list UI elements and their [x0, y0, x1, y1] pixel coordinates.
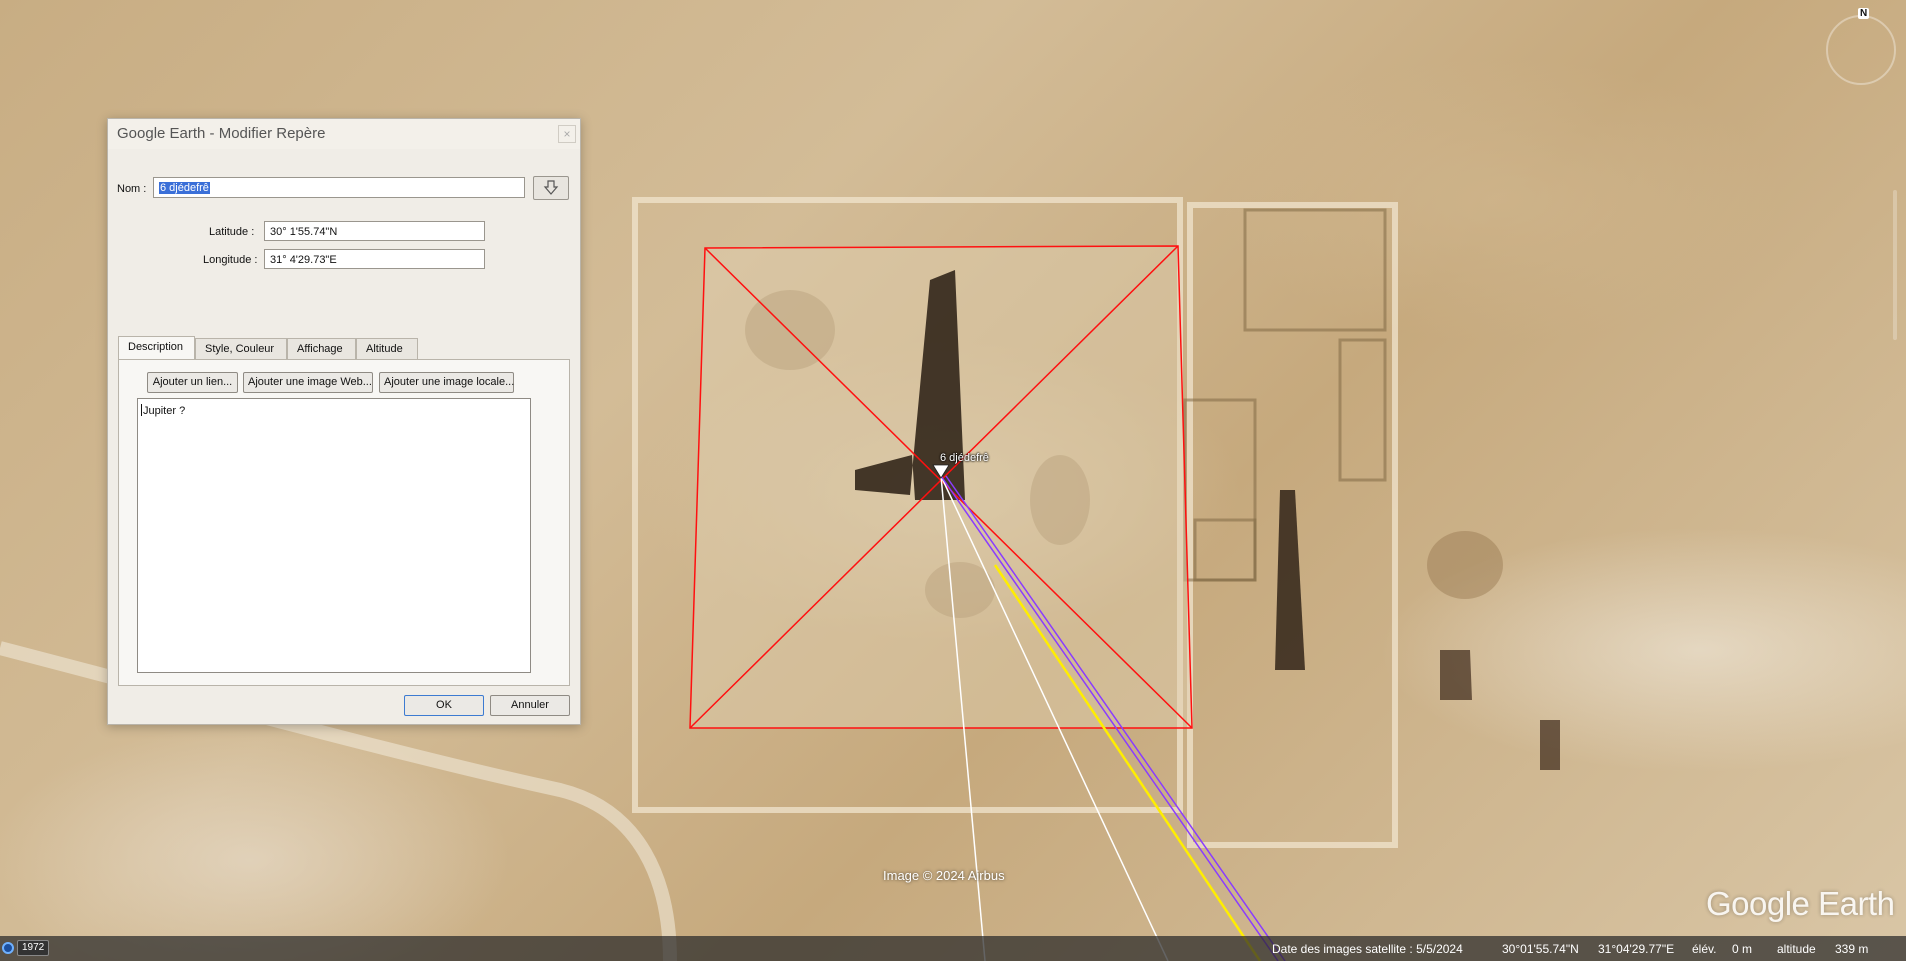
add-link-button[interactable]: Ajouter un lien... [147, 372, 238, 393]
altitude-value: 339 m [1835, 942, 1869, 956]
description-text: Jupiter ? [143, 405, 186, 417]
temple-structure [1243, 208, 1387, 332]
compass-ring-icon[interactable] [1826, 15, 1896, 85]
imagery-year-badge[interactable]: 1972 [17, 940, 50, 956]
google-earth-logo: Google Earth [1706, 885, 1895, 922]
elevation-label: élév. [1692, 942, 1717, 956]
add-web-image-button[interactable]: Ajouter une image Web... [243, 372, 373, 393]
cursor-longitude: 31°04'29.77"E [1598, 942, 1675, 956]
text-caret [141, 404, 142, 416]
altitude-label: altitude [1777, 942, 1816, 956]
boat-pit [1275, 490, 1305, 670]
pit [1440, 650, 1472, 700]
name-label: Nom : [117, 183, 147, 195]
pit [1540, 720, 1560, 770]
compass-north-icon[interactable]: N [1858, 8, 1870, 19]
longitude-field[interactable]: 31° 4'29.73"E [264, 249, 485, 269]
elevation-value: 0 m [1732, 942, 1753, 956]
imagery-copyright: Image © 2024 Airbus [883, 868, 1005, 883]
dialog-title: Google Earth - Modifier Repère [108, 119, 580, 149]
add-local-image-button[interactable]: Ajouter une image locale... [379, 372, 514, 393]
placemark-label[interactable]: 6 djédefrê [940, 452, 989, 464]
pushpin-icon [543, 180, 559, 195]
longitude-label: Longitude : [203, 254, 258, 266]
name-value: 6 djédefrê [159, 182, 210, 194]
cursor-latitude: 30°01'55.74"N [1502, 942, 1579, 956]
tab-description[interactable]: Description [118, 336, 195, 360]
imagery-date: Date des images satellite : 5/5/2024 [1272, 942, 1463, 956]
tab-style-color[interactable]: Style, Couleur [195, 338, 287, 360]
zoom-slider[interactable] [1893, 190, 1897, 340]
ruin-block-small [1193, 518, 1257, 582]
tab-display[interactable]: Affichage [287, 338, 356, 360]
latitude-label: Latitude : [209, 226, 255, 238]
edit-placemark-dialog: Google Earth - Modifier Repère × Nom : 6… [107, 118, 581, 725]
description-textarea[interactable]: Jupiter ? [137, 398, 531, 673]
pushpin-icon-button[interactable] [533, 176, 569, 200]
cancel-button[interactable]: Annuler [490, 695, 570, 716]
name-field[interactable]: 6 djédefrê [153, 177, 525, 198]
close-icon[interactable]: × [558, 125, 576, 143]
latitude-field[interactable]: 30° 1'55.74"N [264, 221, 485, 241]
status-bar: 1972 Date des images satellite : 5/5/202… [0, 936, 1906, 961]
ok-button[interactable]: OK [404, 695, 484, 716]
tab-altitude[interactable]: Altitude [356, 338, 418, 360]
historical-imagery-icon[interactable] [2, 942, 14, 954]
annex-structure [1338, 338, 1387, 482]
rubble-mound [1427, 531, 1503, 599]
